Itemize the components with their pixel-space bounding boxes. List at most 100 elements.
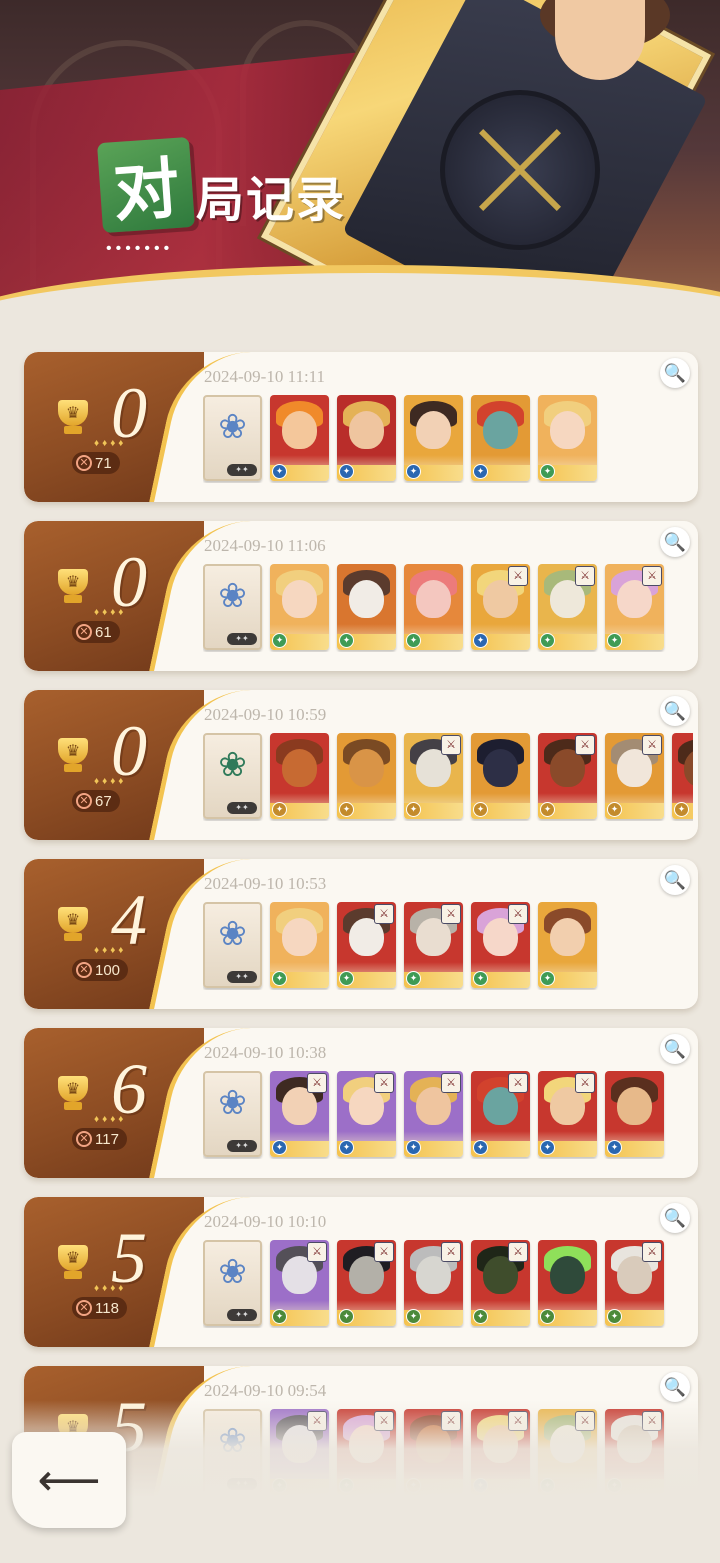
match-record-card[interactable]: ♛ 0 ♦♦♦♦ ✕ 67 2024-09-10 10:59 🔍 ❀ ✦✦ ✦: [24, 690, 698, 840]
header-banner: 对 局记录 •••••••: [0, 0, 720, 330]
artifact-tag: ✦✦: [227, 802, 257, 814]
magnify-button[interactable]: 🔍: [660, 1034, 690, 1064]
hero-portrait[interactable]: ✦: [337, 733, 396, 819]
star-row: ♦♦♦♦: [94, 945, 127, 956]
faction-icon: ✦: [607, 802, 622, 817]
artifact-glyph: ❀: [218, 577, 247, 615]
equipment-icon: ⚔: [374, 1073, 394, 1093]
trophy-icon: ♛: [58, 1245, 88, 1271]
star-row: ♦♦♦♦: [94, 776, 127, 787]
hero-portrait[interactable]: ✦: [471, 395, 530, 481]
hero-portrait[interactable]: ✦: [337, 395, 396, 481]
hero-portrait[interactable]: ✦: [270, 564, 329, 650]
magnify-button[interactable]: 🔍: [660, 1203, 690, 1233]
faction-icon: ✦: [272, 633, 287, 648]
hero-portrait[interactable]: ✦ ⚔: [337, 1071, 396, 1157]
hero-portrait[interactable]: ✦ ⚔: [605, 1240, 664, 1326]
kill-icon: ✕: [76, 1300, 92, 1316]
sack-icon[interactable]: ❀ ✦✦: [203, 395, 262, 481]
faction-icon: ✦: [406, 802, 421, 817]
dark-vase-icon[interactable]: ❀ ✦✦: [203, 1071, 262, 1157]
magnify-button[interactable]: 🔍: [660, 696, 690, 726]
equipment-icon: ⚔: [307, 1073, 327, 1093]
kill-icon: ✕: [76, 962, 92, 978]
match-timestamp: 2024-09-10 10:10: [204, 1212, 327, 1231]
hero-portrait[interactable]: ✦ ⚔: [605, 733, 664, 819]
hero-portrait[interactable]: ✦: [270, 395, 329, 481]
faction-icon: ✦: [540, 1309, 555, 1324]
magnify-button[interactable]: 🔍: [660, 527, 690, 557]
faction-icon: ✦: [406, 464, 421, 479]
hero-portrait[interactable]: ✦ ⚔: [605, 564, 664, 650]
hero-portrait[interactable]: ✦: [404, 564, 463, 650]
kill-count: 100: [95, 961, 121, 979]
white-flower-icon[interactable]: ❀ ✦✦: [203, 1240, 262, 1326]
hero-portrait[interactable]: ✦: [270, 902, 329, 988]
hero-portrait[interactable]: ✦ ⚔: [538, 1071, 597, 1157]
blue-flower-icon[interactable]: ❀ ✦✦: [203, 564, 262, 650]
hero-portrait[interactable]: ✦ ⚔: [471, 1071, 530, 1157]
search-icon: 🔍: [663, 1038, 687, 1059]
hero-portrait[interactable]: ✦ ⚔: [471, 902, 530, 988]
magnify-button[interactable]: 🔍: [660, 865, 690, 895]
hero-portrait[interactable]: ✦ ⚔: [270, 1071, 329, 1157]
faction-icon: ✦: [540, 633, 555, 648]
faction-icon: ✦: [339, 971, 354, 986]
hero-portrait[interactable]: ✦ ⚔: [404, 733, 463, 819]
hero-portrait[interactable]: ✦: [270, 733, 329, 819]
hero-portrait[interactable]: ✦ ⚔: [270, 1240, 329, 1326]
trophy-icon: ♛: [58, 738, 88, 764]
hero-portrait[interactable]: ✦ ⚔: [471, 564, 530, 650]
faction-icon: ✦: [674, 802, 689, 817]
faction-icon: ✦: [339, 802, 354, 817]
hero-portrait[interactable]: ✦ ⚔: [337, 902, 396, 988]
green-lantern-icon[interactable]: ❀ ✦✦: [203, 733, 262, 819]
faction-icon: ✦: [339, 464, 354, 479]
match-record-card[interactable]: ♛ 6 ♦♦♦♦ ✕ 117 2024-09-10 10:38 🔍 ❀ ✦✦ ✦…: [24, 1028, 698, 1178]
hero-portrait[interactable]: ✦: [538, 902, 597, 988]
title-badge: 对: [96, 136, 196, 234]
blue-flower-icon[interactable]: ❀ ✦✦: [203, 902, 262, 988]
hero-portrait[interactable]: ✦ ⚔: [404, 902, 463, 988]
faction-icon: ✦: [272, 464, 287, 479]
hero-portrait[interactable]: ✦ ⚔: [337, 1240, 396, 1326]
match-record-card[interactable]: ♛ 0 ♦♦♦♦ ✕ 61 2024-09-10 11:06 🔍 ❀ ✦✦ ✦: [24, 521, 698, 671]
hero-portrait[interactable]: ✦ ⚔: [538, 564, 597, 650]
hero-portrait[interactable]: ✦ ⚔: [404, 1071, 463, 1157]
match-record-card[interactable]: ♛ 0 ♦♦♦♦ ✕ 71 2024-09-10 11:11 🔍 ❀ ✦✦ ✦: [24, 352, 698, 502]
hero-face: [550, 411, 585, 449]
hero-portrait[interactable]: ✦: [672, 733, 693, 819]
hero-portrait[interactable]: ✦: [404, 395, 463, 481]
page-title: 局记录: [196, 172, 347, 228]
faction-icon: ✦: [406, 971, 421, 986]
hero-portrait[interactable]: ✦: [605, 1071, 664, 1157]
magnify-button[interactable]: 🔍: [660, 1372, 690, 1402]
search-icon: 🔍: [663, 869, 687, 890]
hero-portrait[interactable]: ✦: [337, 564, 396, 650]
equipment-icon: ⚔: [441, 1242, 461, 1262]
hero-face: [550, 1256, 585, 1294]
back-button[interactable]: ⟵: [12, 1432, 126, 1528]
kill-count: 118: [95, 1299, 119, 1317]
trophy-base: [64, 426, 82, 434]
match-record-card[interactable]: ♛ 4 ♦♦♦♦ ✕ 100 2024-09-10 10:53 🔍 ❀ ✦✦ ✦: [24, 859, 698, 1009]
hero-portrait[interactable]: ✦ ⚔: [404, 1240, 463, 1326]
kill-icon: ✕: [76, 455, 92, 471]
match-record-list: ♛ 0 ♦♦♦♦ ✕ 71 2024-09-10 11:11 🔍 ❀ ✦✦ ✦: [24, 352, 698, 1535]
kill-count: 67: [95, 792, 112, 810]
magnify-button[interactable]: 🔍: [660, 358, 690, 388]
hero-portrait[interactable]: ✦: [471, 733, 530, 819]
hero-portrait[interactable]: ✦: [538, 395, 597, 481]
search-icon: 🔍: [663, 362, 687, 383]
hero-portrait[interactable]: ✦: [538, 1240, 597, 1326]
match-record-card[interactable]: ♛ 5 ♦♦♦♦ ✕ 118 2024-09-10 10:10 🔍 ❀ ✦✦ ✦…: [24, 1197, 698, 1347]
faction-icon: ✦: [540, 464, 555, 479]
hero-portrait[interactable]: ✦ ⚔: [471, 1240, 530, 1326]
search-icon: 🔍: [663, 1207, 687, 1228]
faction-icon: ✦: [272, 1140, 287, 1155]
trophy-icon: ♛: [58, 400, 88, 426]
kill-count-badge: ✕ 118: [72, 1297, 127, 1319]
kill-count-badge: ✕ 117: [72, 1128, 127, 1150]
hero-portrait[interactable]: ✦ ⚔: [538, 733, 597, 819]
artifact-tag: ✦✦: [227, 1309, 257, 1321]
